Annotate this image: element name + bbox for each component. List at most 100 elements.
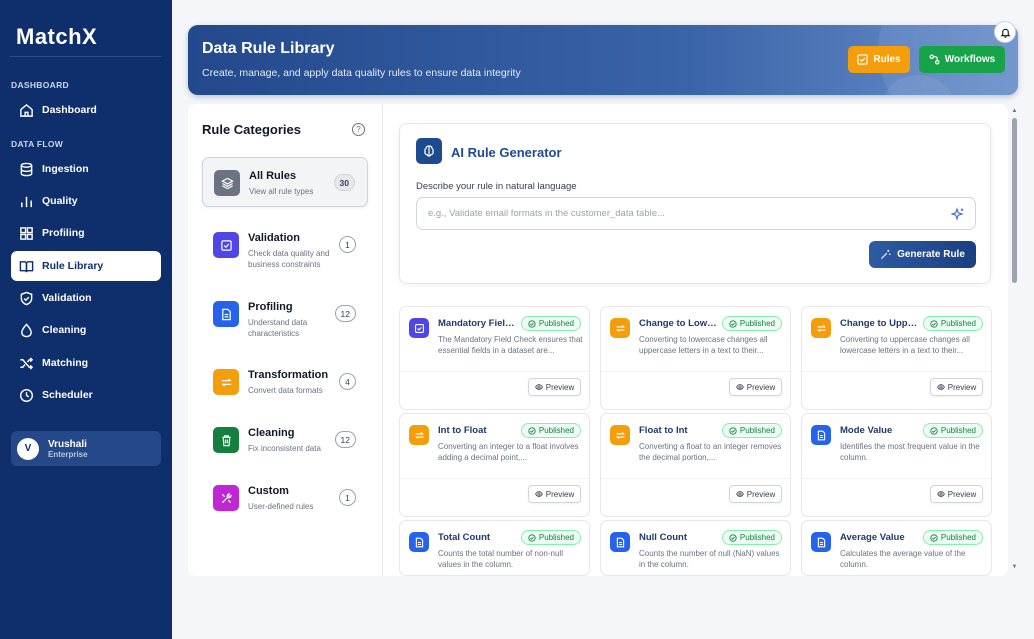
logo: MatchX xyxy=(16,24,98,49)
category-all-rules[interactable]: All Rules View all rule types 30 xyxy=(202,157,368,207)
status-badge: Published xyxy=(922,423,983,438)
avatar: V xyxy=(17,437,39,460)
swap-icon xyxy=(213,369,239,395)
sidebar-item-quality[interactable]: Quality xyxy=(11,186,161,216)
category-name: Profiling xyxy=(248,301,293,313)
eye-icon xyxy=(735,491,744,497)
generate-rule-label: Generate Rule xyxy=(897,249,965,260)
rule-card[interactable]: Average Value Published Calculates the ave… xyxy=(801,520,992,576)
preview-button[interactable]: Preview xyxy=(729,485,782,503)
sidebar-item-label: Rule Library xyxy=(42,260,104,272)
sidebar-item-scheduler[interactable]: Scheduler xyxy=(11,380,161,410)
category-profiling[interactable]: Profiling Understand data characteristic… xyxy=(202,289,368,339)
sidebar-item-matching[interactable]: Matching xyxy=(11,348,161,378)
categories-panel: Rule Categories ? All Rules View all rul… xyxy=(188,104,383,576)
document-icon xyxy=(409,532,429,552)
rule-card[interactable]: Int to Float Published Converting an integ… xyxy=(399,413,590,517)
category-count: 30 xyxy=(333,174,355,191)
notifications-button[interactable] xyxy=(994,21,1016,43)
scrollbar[interactable]: ▲ ▼ xyxy=(1011,108,1018,574)
shuffle-icon xyxy=(20,356,34,370)
sparkle-icon xyxy=(951,207,964,221)
rule-title: Float to Int xyxy=(639,425,688,436)
user-card[interactable]: V Vrushali Enterprise xyxy=(11,431,161,466)
sidebar-item-label: Ingestion xyxy=(42,163,89,175)
status-label: Published xyxy=(739,426,775,435)
category-count: 12 xyxy=(334,305,356,322)
rule-description-input[interactable]: e.g., Validate email formats in the cust… xyxy=(416,197,976,230)
rule-description: Converting to lowercase changes all uppe… xyxy=(639,335,768,355)
rule-description: The Mandatory Field Check ensures that e… xyxy=(438,335,583,355)
sidebar-item-rule-library[interactable]: Rule Library xyxy=(11,251,161,281)
category-name: Transformation xyxy=(248,369,329,381)
brain-icon xyxy=(416,138,442,164)
check-circle-icon xyxy=(729,426,737,435)
sidebar-item-cleaning[interactable]: Cleaning xyxy=(11,315,161,345)
sidebar-item-label: Cleaning xyxy=(42,324,87,336)
category-custom[interactable]: Custom User-defined rules 1 xyxy=(202,473,368,523)
status-label: Published xyxy=(940,319,976,328)
eye-icon xyxy=(735,384,744,390)
ai-generator-label: Describe your rule in natural language xyxy=(416,181,577,192)
rule-card[interactable]: Mandatory Field Check Published The Mandat… xyxy=(399,306,590,410)
sidebar: MatchX DASHBOARD Dashboard DATA FLOW Ing… xyxy=(0,0,172,639)
rules-button[interactable]: Rules xyxy=(848,46,910,73)
scroll-up-arrow[interactable]: ▲ xyxy=(1011,108,1018,114)
category-desc: User-defined rules xyxy=(248,502,314,511)
check-circle-icon xyxy=(930,533,938,542)
category-count: 1 xyxy=(339,236,356,253)
help-icon[interactable]: ? xyxy=(352,123,365,136)
sidebar-item-profiling[interactable]: Profiling xyxy=(11,218,161,248)
sidebar-item-dashboard[interactable]: Dashboard xyxy=(11,95,161,125)
status-label: Published xyxy=(538,426,574,435)
rule-description: Converting an integer to a float involve… xyxy=(438,442,579,462)
trash-icon xyxy=(213,427,239,453)
scroll-down-arrow[interactable]: ▼ xyxy=(1011,564,1018,570)
category-desc: View all rule types xyxy=(249,187,314,196)
rule-card[interactable]: Mode Value Published Identifies the most f… xyxy=(801,413,992,517)
category-validation[interactable]: Validation Check data quality and busine… xyxy=(202,220,368,270)
category-transformation[interactable]: Transformation Convert data formats 4 xyxy=(202,357,368,407)
rule-title: Mode Value xyxy=(840,425,893,436)
checkbox-icon xyxy=(213,232,239,258)
rule-card[interactable]: Change to Lowercase Published Converting t… xyxy=(600,306,791,410)
preview-button[interactable]: Preview xyxy=(528,378,581,396)
generate-rule-button[interactable]: Generate Rule xyxy=(869,241,976,268)
divider xyxy=(400,371,589,372)
section-label-dataflow: DATA FLOW xyxy=(11,139,64,149)
home-icon xyxy=(20,103,33,117)
divider xyxy=(10,56,162,57)
sidebar-item-label: Matching xyxy=(42,357,89,369)
eye-icon xyxy=(936,384,945,390)
rule-description: Converting a float to an integer removes… xyxy=(639,442,782,462)
preview-button[interactable]: Preview xyxy=(930,485,983,503)
sidebar-item-label: Dashboard xyxy=(42,104,97,116)
categories-title: Rule Categories xyxy=(202,122,301,137)
category-count: 1 xyxy=(339,489,356,506)
rule-description: Converting to uppercase changes all lowe… xyxy=(840,335,970,355)
preview-label: Preview xyxy=(746,489,776,499)
preview-button[interactable]: Preview xyxy=(729,378,782,396)
document-icon xyxy=(811,532,831,552)
sidebar-item-label: Quality xyxy=(42,195,78,207)
rule-card[interactable]: Change to Uppercase Published Converting t… xyxy=(801,306,992,410)
rule-card[interactable]: Total Count Published Counts the total num… xyxy=(399,520,590,576)
preview-button[interactable]: Preview xyxy=(930,378,983,396)
scrollbar-thumb[interactable] xyxy=(1012,118,1017,283)
workflows-button[interactable]: Workflows xyxy=(919,46,1005,73)
category-cleaning[interactable]: Cleaning Fix inconsistent data 12 xyxy=(202,415,368,465)
preview-label: Preview xyxy=(545,489,575,499)
document-icon xyxy=(610,532,630,552)
rule-card[interactable]: Null Count Published Counts the number of … xyxy=(600,520,791,576)
sidebar-item-ingestion[interactable]: Ingestion xyxy=(11,154,161,184)
document-icon xyxy=(811,425,831,445)
sidebar-item-validation[interactable]: Validation xyxy=(11,283,161,313)
rule-title: Total Count xyxy=(438,532,491,543)
eye-icon xyxy=(534,491,543,497)
preview-button[interactable]: Preview xyxy=(528,485,581,503)
shield-check-icon xyxy=(20,291,33,305)
check-circle-icon xyxy=(729,533,737,542)
section-label-dashboard: DASHBOARD xyxy=(11,80,69,90)
rule-card[interactable]: Float to Int Published Converting a float … xyxy=(600,413,791,517)
status-badge: Published xyxy=(721,530,782,545)
